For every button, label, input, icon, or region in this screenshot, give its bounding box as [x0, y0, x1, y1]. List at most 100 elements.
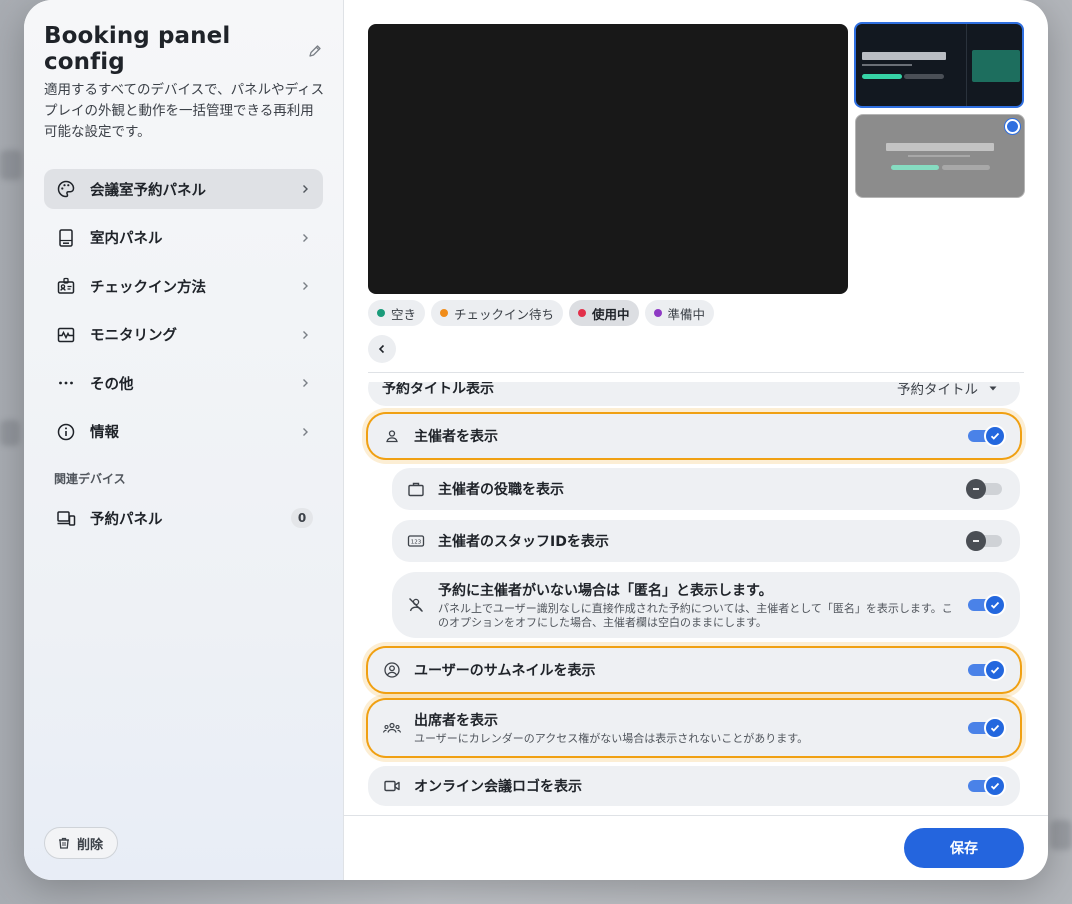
sidebar-item-info[interactable]: 情報 [44, 412, 323, 452]
setting-label: 主催者を表示 [414, 429, 498, 445]
setting-label: ユーザーのサムネイルを表示 [414, 663, 596, 679]
status-chip-in-use[interactable]: 使用中 [569, 300, 639, 326]
config-description: 適用するすべてのデバイスで、パネルやディスプレイの外観と動作を一括管理できる再利… [44, 82, 325, 140]
chevron-left-icon [378, 344, 385, 354]
chevron-right-icon [299, 280, 311, 292]
status-dot [653, 309, 662, 317]
related-device-booking-panel[interactable]: 予約パネル 0 [44, 498, 323, 538]
status-chip-preparing[interactable]: 準備中 [644, 300, 715, 326]
back-button[interactable] [368, 335, 396, 363]
sidebar: Booking panel config 適用するすべてのデバイスで、パネルやデ… [24, 0, 344, 880]
setting-row-anonymous-organizer[interactable]: 予約に主催者がいない場合は「匿名」と表示します。 パネル上でユーザー識別なしに直… [392, 572, 1020, 638]
sidebar-item-monitoring[interactable]: モニタリング [44, 315, 323, 355]
settings-list: 予約タイトル表示 予約タイトル 主催者を表示 主催者の役職を表示 123 主催者… [344, 382, 1048, 814]
theme-thumbnail-dark[interactable] [854, 22, 1024, 108]
toggle-switch[interactable] [968, 774, 1006, 798]
more-icon [56, 373, 76, 393]
page-title: Booking panel config [44, 23, 231, 75]
setting-label: 予約タイトル表示 [382, 382, 494, 397]
toggle-switch[interactable] [968, 658, 1006, 682]
device-count-badge: 0 [291, 508, 313, 528]
sidebar-item-label: チェックイン方法 [90, 279, 206, 296]
sidebar-item-label: 室内パネル [90, 231, 163, 247]
toggle-switch[interactable] [968, 593, 1006, 617]
trash-icon [57, 836, 71, 850]
status-dot [440, 309, 449, 317]
status-chip-label: 空き [391, 306, 417, 322]
setting-description: パネル上でユーザー識別なしに直接作成された予約については、主催者として「匿名」を… [438, 602, 953, 629]
number-badge-icon: 123 [406, 531, 426, 551]
setting-row-show-organizer[interactable]: 主催者を表示 [368, 414, 1020, 458]
delete-button[interactable]: 削除 [44, 827, 119, 859]
status-chip-label: チェックイン待ち [454, 306, 555, 322]
config-modal: Booking panel config 適用するすべてのデバイスで、パネルやデ… [24, 0, 1048, 880]
panel-preview [368, 24, 848, 294]
sidebar-item-booking-panel[interactable]: 会議室予約パネル [44, 169, 323, 209]
status-chip-available[interactable]: 空き [368, 300, 426, 326]
footer-divider [344, 815, 1048, 816]
select-value: 予約タイトル [897, 382, 978, 398]
check-icon [990, 782, 1000, 790]
person-off-icon [406, 595, 426, 615]
setting-label: オンライン会議ロゴを表示 [414, 779, 582, 795]
sidebar-item-label: 会議室予約パネル [90, 182, 206, 199]
group-icon [382, 718, 402, 738]
check-icon [990, 601, 1000, 609]
account-circle-icon [382, 660, 402, 680]
briefcase-icon [406, 479, 426, 499]
status-dot [377, 309, 385, 317]
sidebar-item-other[interactable]: その他 [44, 363, 323, 403]
sidebar-item-check-in[interactable]: チェックイン方法 [44, 266, 323, 306]
sidebar-nav: 会議室予約パネル 室内パネル チェックイン方法 モニタリング その他 情報 [44, 169, 323, 460]
status-chip-label: 使用中 [592, 306, 630, 322]
setting-row-attendees[interactable]: 出席者を表示 ユーザーにカレンダーのアクセス権がない場合は表示されないことがあり… [368, 700, 1020, 756]
person-icon [382, 426, 402, 446]
related-device-label: 予約パネル [90, 511, 163, 528]
devices-icon [56, 508, 76, 528]
info-icon [56, 422, 76, 442]
setting-label: 主催者のスタッフIDを表示 [438, 534, 609, 550]
backdrop-shape [1050, 820, 1072, 850]
chevron-right-icon [299, 426, 311, 438]
status-chip-awaiting-check-in[interactable]: チェックイン待ち [431, 300, 564, 326]
chevron-right-icon [299, 232, 311, 244]
status-chips: 空き チェックイン待ち 使用中 準備中 [368, 300, 715, 326]
save-button[interactable]: 保存 [904, 828, 1024, 868]
svg-text:123: 123 [411, 539, 422, 545]
monitoring-icon [56, 325, 76, 345]
pencil-icon[interactable] [307, 43, 323, 59]
chevron-right-icon [299, 183, 311, 195]
sidebar-item-in-room-panel[interactable]: 室内パネル [44, 218, 323, 258]
related-devices-heading: 関連デバイス [54, 472, 126, 486]
minus-icon [973, 488, 979, 490]
divider [368, 372, 1024, 373]
status-chip-label: 準備中 [667, 306, 706, 322]
sidebar-item-label: 情報 [90, 425, 119, 441]
toggle-switch[interactable] [966, 477, 1006, 501]
setting-label: 予約に主催者がいない場合は「匿名」と表示します。 [438, 583, 773, 599]
setting-row-user-thumbnail[interactable]: ユーザーのサムネイルを表示 [368, 648, 1020, 692]
minus-icon [973, 540, 979, 542]
config-main: 空き チェックイン待ち 使用中 準備中 予約タイトル表示 予約タイトル 主催者を… [344, 0, 1048, 880]
setting-row-online-meeting-logo[interactable]: オンライン会議ロゴを表示 [368, 766, 1020, 806]
check-icon [990, 724, 1000, 732]
caret-down-icon [989, 386, 997, 391]
setting-label: 主催者の役職を表示 [438, 482, 564, 498]
sidebar-item-label: モニタリング [90, 328, 177, 344]
toggle-switch[interactable] [966, 529, 1006, 553]
backdrop-shape [0, 150, 22, 180]
setting-label: 出席者を表示 [414, 713, 498, 729]
backdrop-shape [0, 420, 20, 446]
booking-title-select[interactable]: 予約タイトル [897, 382, 998, 398]
video-camera-icon [382, 776, 402, 796]
chevron-right-icon [299, 377, 311, 389]
setting-row-organizer-staff-id[interactable]: 123 主催者のスタッフIDを表示 [392, 520, 1020, 562]
badge-icon [56, 276, 76, 296]
selected-radio-icon [1005, 119, 1020, 134]
toggle-switch[interactable] [968, 424, 1006, 448]
setting-row-organizer-title[interactable]: 主催者の役職を表示 [392, 468, 1020, 510]
theme-thumbnail-light[interactable] [855, 114, 1025, 198]
delete-label: 削除 [77, 837, 104, 853]
toggle-switch[interactable] [968, 716, 1006, 740]
setting-row-booking-title[interactable]: 予約タイトル表示 予約タイトル [368, 382, 1020, 406]
